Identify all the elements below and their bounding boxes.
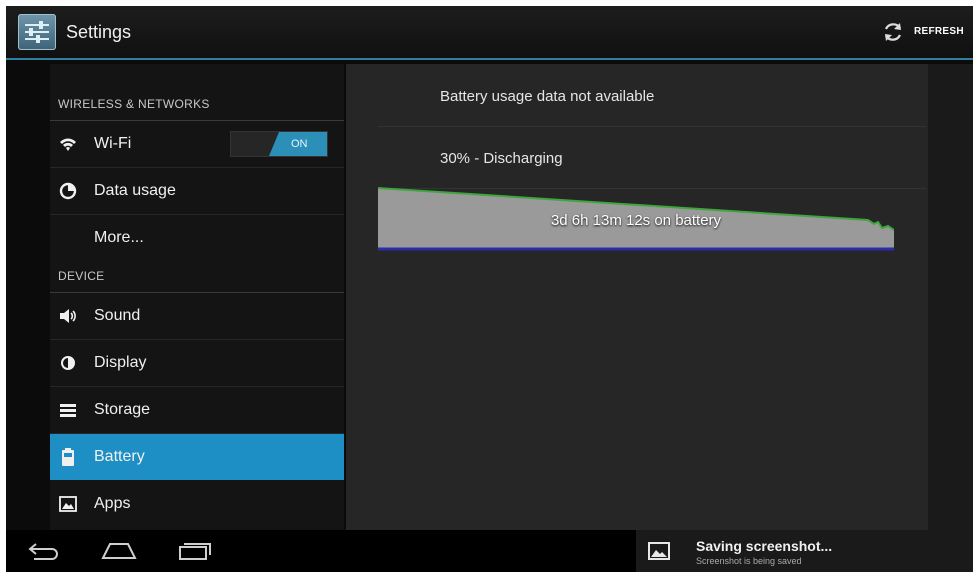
sidebar-item-label: More... (94, 229, 144, 246)
refresh-button[interactable]: REFRESH (881, 16, 973, 48)
sidebar-item-more[interactable]: More... (50, 215, 344, 261)
section-header-device: DEVICE (58, 269, 105, 283)
row-divider (378, 126, 926, 127)
apps-icon (59, 496, 77, 512)
battery-icon (62, 448, 74, 466)
toggle-state-label: ON (291, 138, 308, 150)
settings-app-icon[interactable] (18, 14, 56, 50)
wifi-toggle-on: ON (269, 132, 327, 156)
sidebar-item-storage[interactable]: Storage (50, 387, 344, 433)
back-icon[interactable] (26, 538, 62, 562)
sidebar-item-label: Storage (94, 401, 151, 418)
action-bar-divider (6, 58, 973, 60)
battery-usage-text: Battery usage data not available (440, 88, 655, 105)
sidebar-item-wifi[interactable]: Wi-Fi ON (50, 121, 344, 167)
battery-panel: Battery usage data not available 30% - D… (346, 64, 928, 530)
screenshot-image-icon (648, 542, 670, 560)
battery-graph-label: 3d 6h 13m 12s on battery (550, 212, 722, 229)
sidebar-item-data-usage[interactable]: Data usage (50, 168, 344, 214)
refresh-icon (885, 23, 901, 41)
settings-screen: Settings REFRESH WIRELESS & NETWORKS Wi-… (6, 6, 973, 572)
sidebar-item-apps[interactable]: Apps (50, 481, 344, 527)
wifi-icon (60, 138, 76, 151)
settings-sidebar: WIRELESS & NETWORKS Wi-Fi ON Data usage (50, 64, 344, 530)
battery-history-graph[interactable]: 3d 6h 13m 12s on battery (377, 186, 895, 260)
page-title: Settings (66, 22, 132, 42)
notification-subtitle: Screenshot is being saved (696, 556, 802, 566)
sidebar-item-display[interactable]: Display (50, 340, 344, 386)
wifi-toggle[interactable]: ON (230, 131, 328, 157)
home-icon[interactable] (100, 538, 138, 562)
sidebar-item-label: Apps (94, 495, 131, 512)
refresh-label: REFRESH (914, 26, 964, 37)
brightness-icon (61, 356, 75, 370)
sidebar-item-sound[interactable]: Sound (50, 293, 344, 339)
recent-apps-icon[interactable] (178, 538, 214, 562)
sidebar-item-label: Wi-Fi (94, 135, 132, 152)
storage-icon (60, 404, 76, 417)
battery-status-text[interactable]: 30% - Discharging (440, 150, 563, 167)
sidebar-item-label: Display (94, 354, 147, 371)
sidebar-item-label: Battery (94, 448, 145, 465)
data-usage-icon (59, 182, 77, 200)
sidebar-item-label: Sound (94, 307, 141, 324)
sidebar-item-battery[interactable]: Battery (50, 434, 344, 480)
section-header-wireless: WIRELESS & NETWORKS (58, 97, 210, 111)
speaker-icon (60, 309, 76, 323)
right-edge-strip (928, 64, 973, 530)
sidebar-item-label: Data usage (94, 182, 176, 199)
notification-title: Saving screenshot... (696, 538, 833, 554)
screenshot-notification[interactable]: Saving screenshot... Screenshot is being… (636, 530, 973, 572)
action-bar: Settings REFRESH (6, 6, 973, 58)
